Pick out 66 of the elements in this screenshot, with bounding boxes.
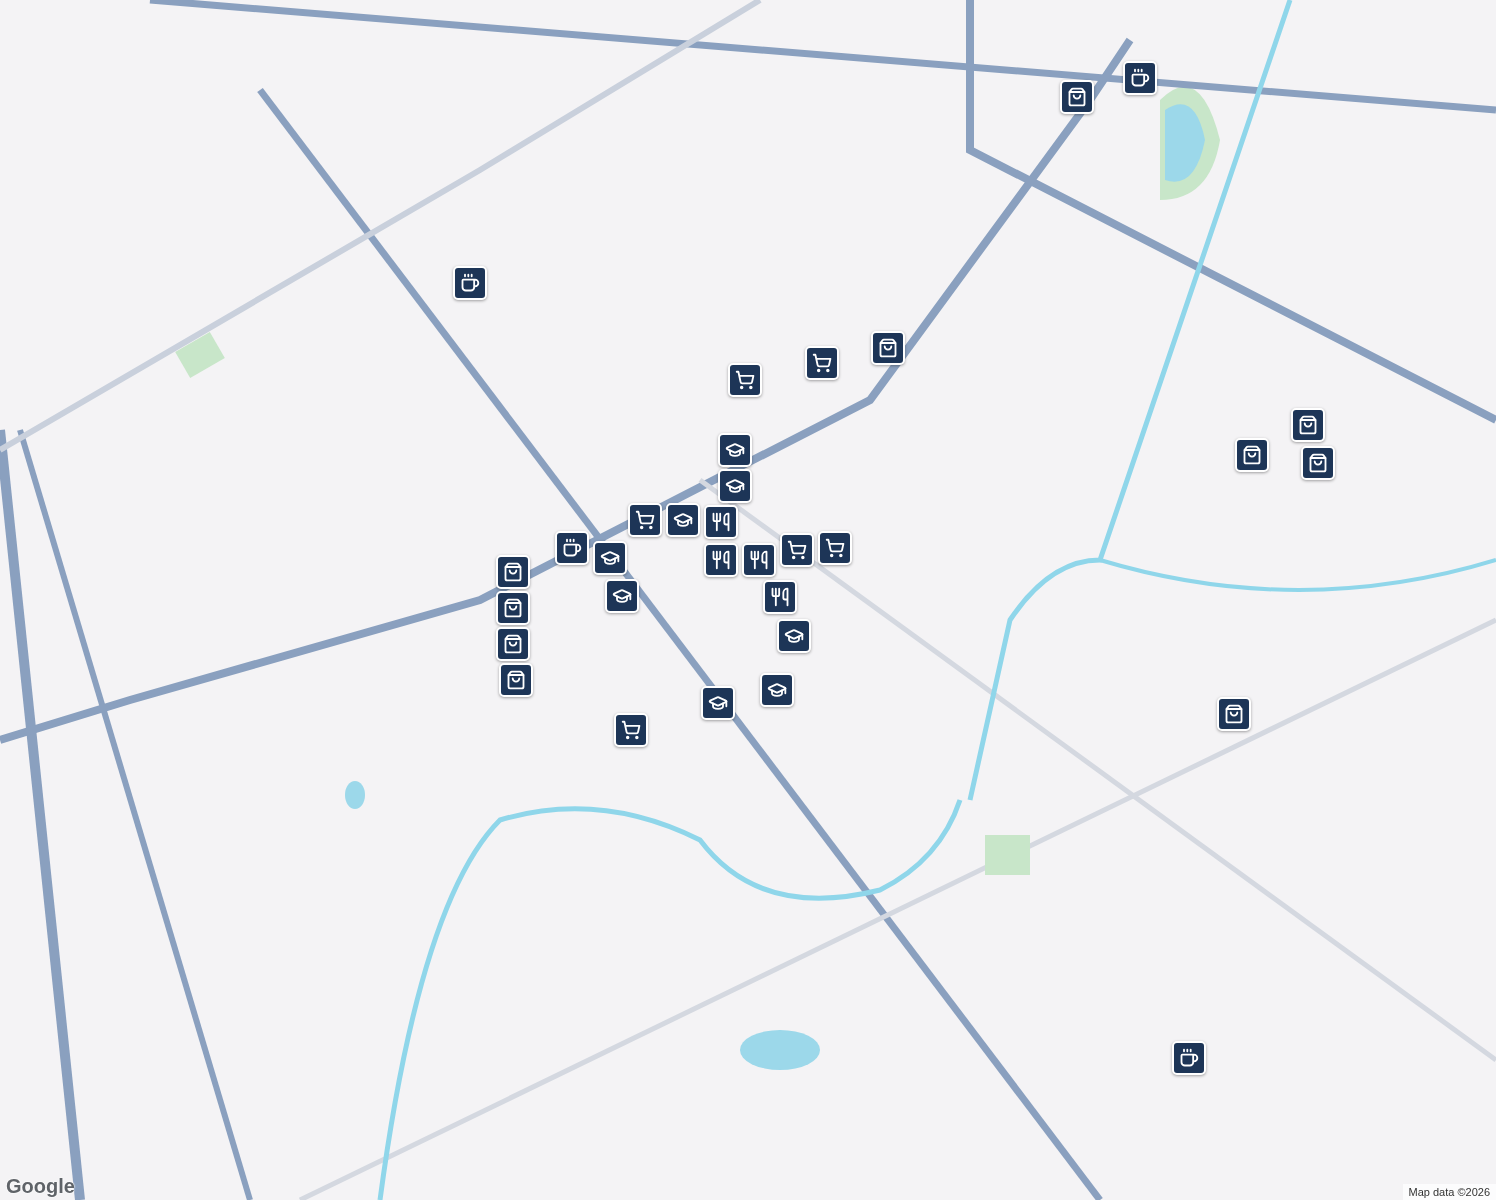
map-pin[interactable]: [718, 433, 752, 467]
map-pin[interactable]: [701, 686, 735, 720]
map-pin[interactable]: [805, 346, 839, 380]
graduation-cap-icon: [673, 510, 693, 530]
shopping-bag-icon: [1067, 87, 1087, 107]
shopping-bag-icon: [1242, 445, 1262, 465]
map-pin[interactable]: [704, 543, 738, 577]
coffee-cup-icon: [460, 273, 480, 293]
map-pin[interactable]: [763, 580, 797, 614]
fork-knife-icon: [749, 550, 769, 570]
map-pin[interactable]: [1217, 697, 1251, 731]
map-pin[interactable]: [1235, 438, 1269, 472]
map-pin[interactable]: [871, 331, 905, 365]
graduation-cap-icon: [708, 693, 728, 713]
shopping-cart-icon: [621, 720, 641, 740]
shopping-bag-icon: [1308, 453, 1328, 473]
map-pin[interactable]: [496, 555, 530, 589]
logo: Google: [6, 1175, 75, 1198]
map-pin[interactable]: [1291, 408, 1325, 442]
shopping-bag-icon: [1224, 704, 1244, 724]
shopping-bag-icon: [503, 562, 523, 582]
graduation-cap-icon: [767, 680, 787, 700]
map-pin[interactable]: [555, 531, 589, 565]
map-pin[interactable]: [760, 673, 794, 707]
fork-knife-icon: [770, 587, 790, 607]
map-pin[interactable]: [780, 533, 814, 567]
coffee-cup-icon: [1179, 1048, 1199, 1068]
coffee-cup-icon: [562, 538, 582, 558]
graduation-cap-icon: [725, 476, 745, 496]
graduation-cap-icon: [725, 440, 745, 460]
map-pin[interactable]: [593, 541, 627, 575]
map-pin[interactable]: [605, 579, 639, 613]
graduation-cap-icon: [600, 548, 620, 568]
shopping-bag-icon: [503, 634, 523, 654]
map-pin[interactable]: [666, 503, 700, 537]
map-pin[interactable]: [628, 503, 662, 537]
shopping-bag-icon: [503, 598, 523, 618]
map-pin[interactable]: [1060, 80, 1094, 114]
map-pin[interactable]: [1172, 1041, 1206, 1075]
fork-knife-icon: [711, 512, 731, 532]
map-pin[interactable]: [453, 266, 487, 300]
shopping-cart-icon: [787, 540, 807, 560]
map-pin[interactable]: [704, 505, 738, 539]
shopping-cart-icon: [825, 538, 845, 558]
shopping-cart-icon: [812, 353, 832, 373]
map-pin[interactable]: [728, 363, 762, 397]
attribution-text: Map data ©2026: [1402, 1184, 1496, 1200]
map-pin[interactable]: [496, 591, 530, 625]
shopping-bag-icon: [506, 670, 526, 690]
graduation-cap-icon: [612, 586, 632, 606]
shopping-bag-icon: [878, 338, 898, 358]
map-pin[interactable]: [742, 543, 776, 577]
shopping-bag-icon: [1298, 415, 1318, 435]
graduation-cap-icon: [784, 626, 804, 646]
map-pin[interactable]: [818, 531, 852, 565]
shopping-cart-icon: [735, 370, 755, 390]
map-pin[interactable]: [496, 627, 530, 661]
map-pin[interactable]: [718, 469, 752, 503]
map-pin[interactable]: [614, 713, 648, 747]
map-pin[interactable]: [499, 663, 533, 697]
map-pin[interactable]: [1301, 446, 1335, 480]
map-pin[interactable]: [1123, 61, 1157, 95]
shopping-cart-icon: [635, 510, 655, 530]
map-pin[interactable]: [777, 619, 811, 653]
fork-knife-icon: [711, 550, 731, 570]
coffee-cup-icon: [1130, 68, 1150, 88]
